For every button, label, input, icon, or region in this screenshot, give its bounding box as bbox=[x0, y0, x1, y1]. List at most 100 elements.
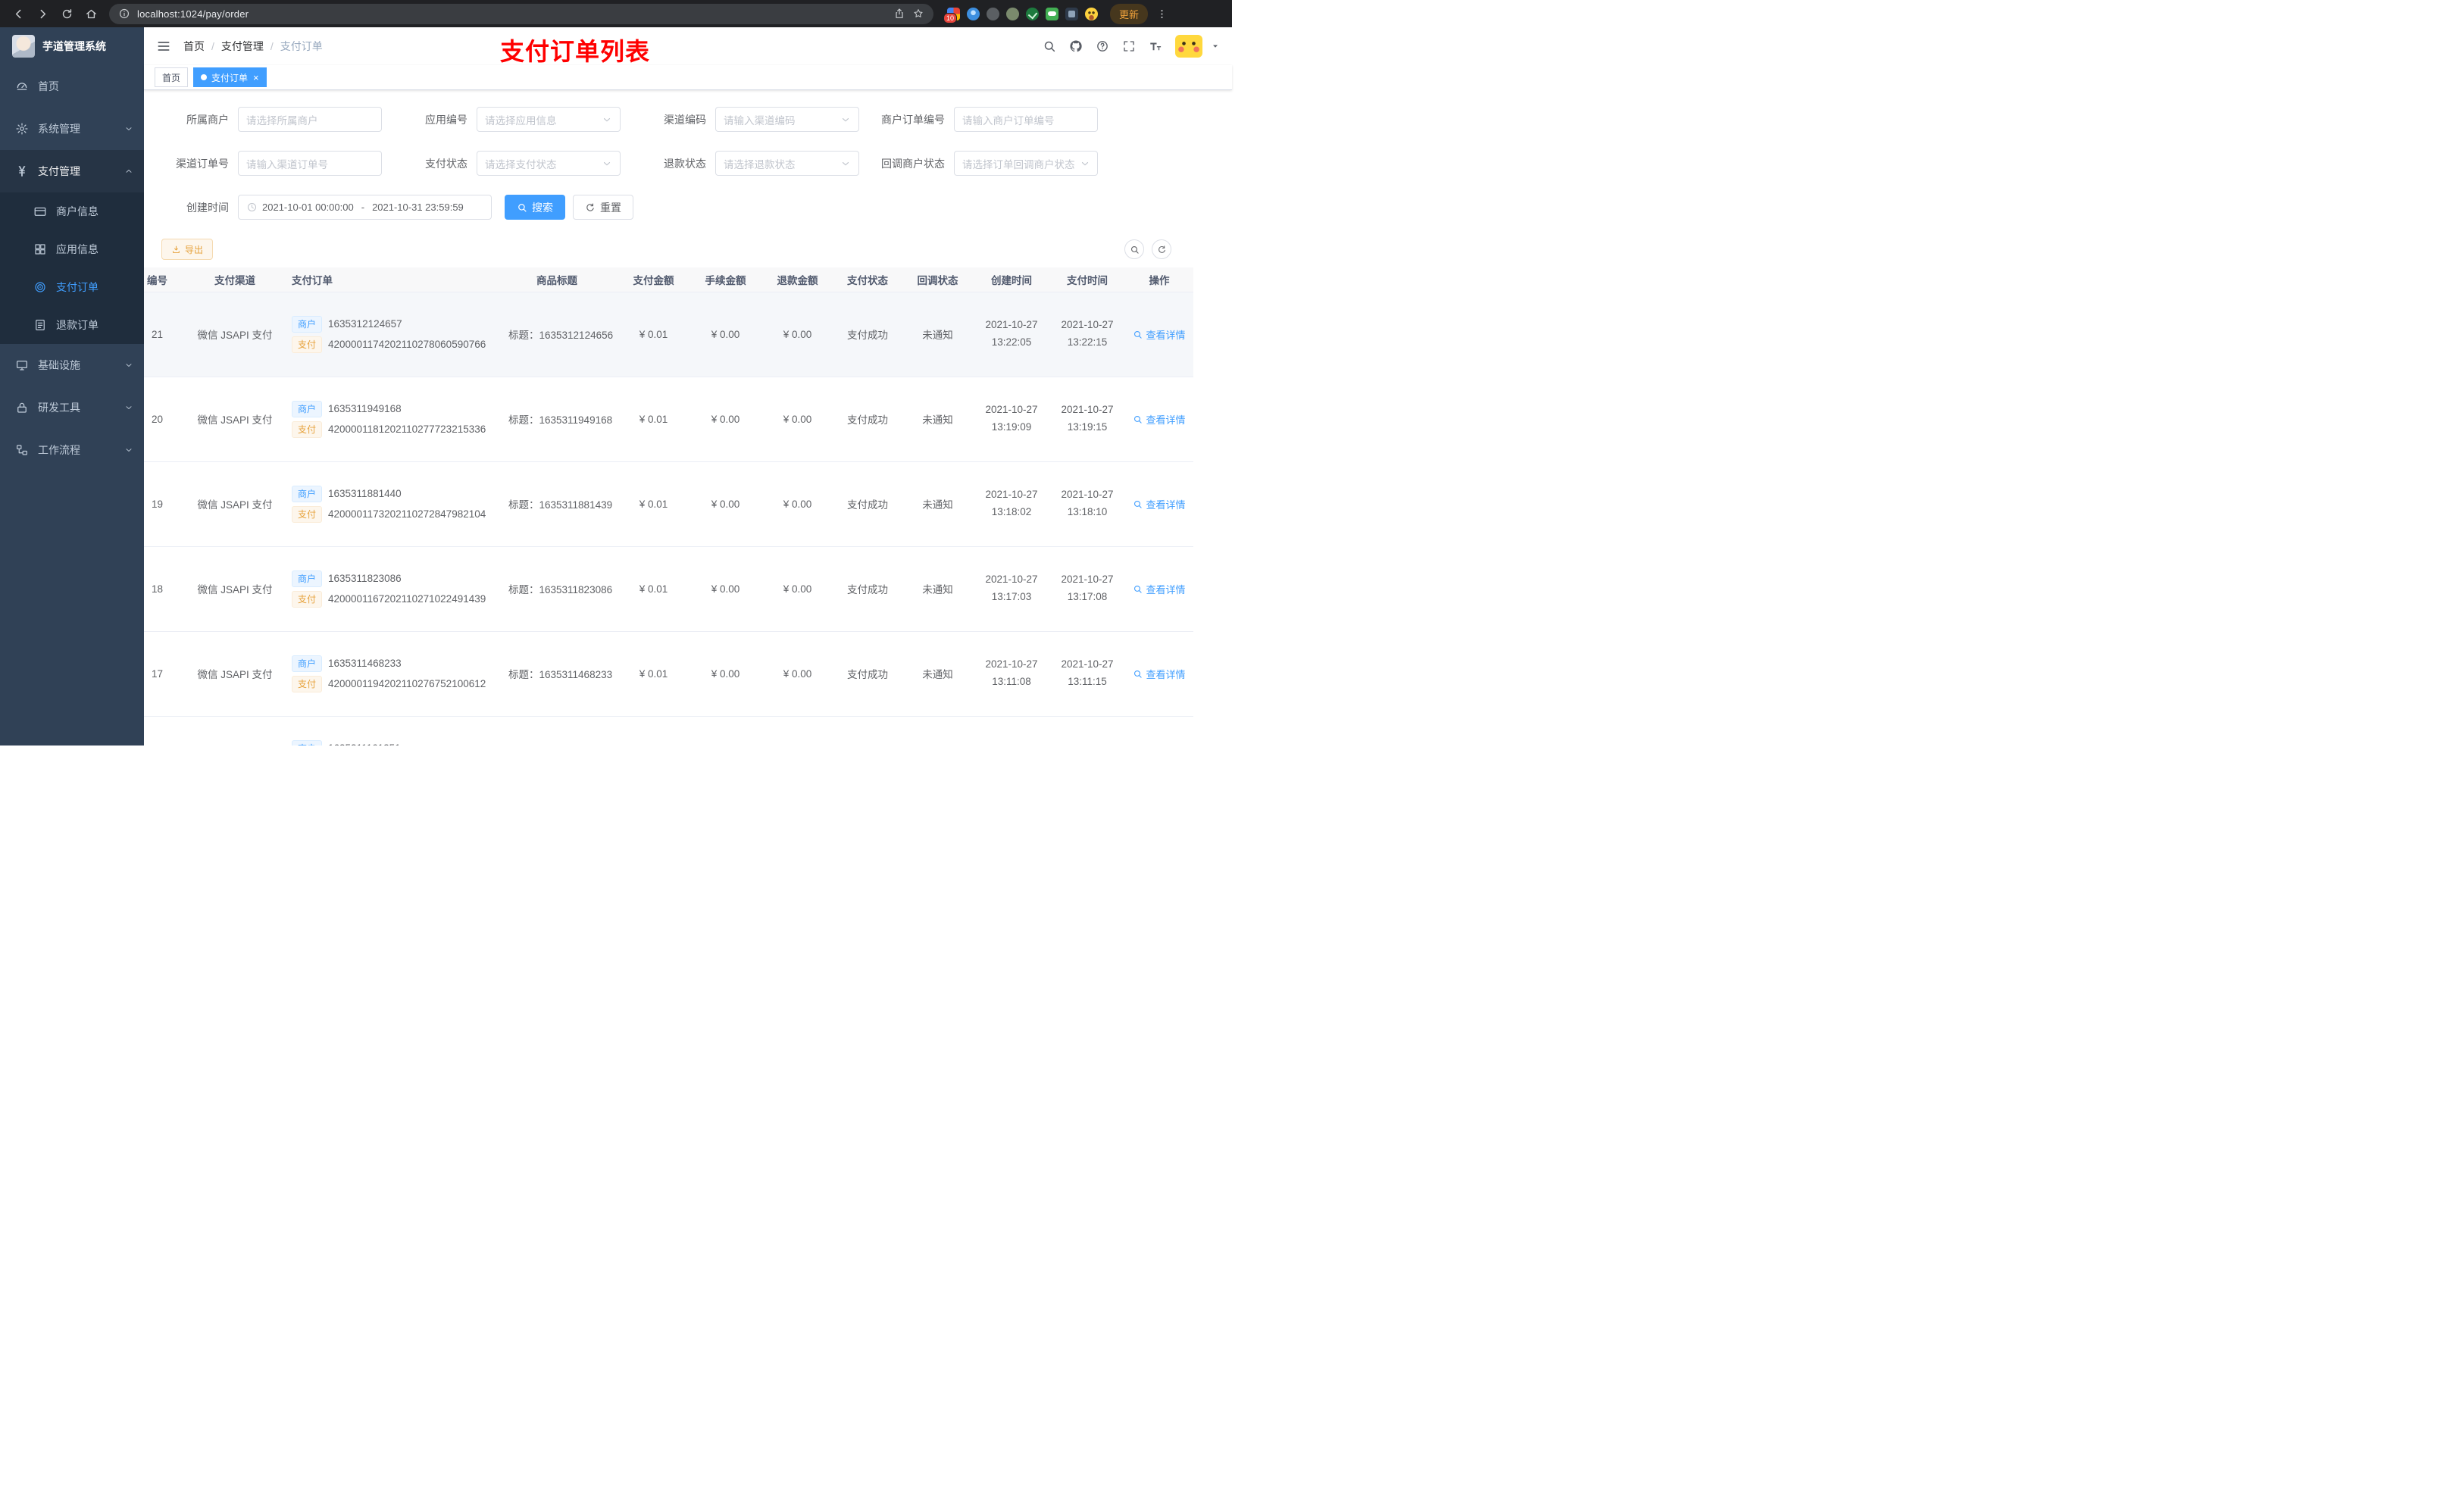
reset-button[interactable]: 重置 bbox=[573, 195, 633, 220]
pay-order-line: 支付 4200001194202110276752100612 bbox=[292, 675, 496, 692]
view-detail-link[interactable]: 查看详情 bbox=[1133, 497, 1186, 511]
extension-pin-icon[interactable] bbox=[967, 7, 980, 20]
refresh-table-button[interactable] bbox=[1152, 239, 1171, 259]
view-detail-link[interactable]: 查看详情 bbox=[1133, 412, 1186, 427]
filter-label: 回调商户状态 bbox=[881, 157, 945, 170]
sidebar-item-dev-tools[interactable]: 研发工具 bbox=[0, 386, 144, 429]
reload-icon[interactable] bbox=[56, 3, 77, 24]
browser-update-button[interactable]: 更新 bbox=[1110, 3, 1149, 24]
extensions-area: 10 bbox=[943, 7, 1098, 23]
chevron-down-icon bbox=[602, 114, 612, 125]
avatar[interactable] bbox=[1175, 35, 1202, 58]
filter-input[interactable]: 请输入商户订单编号 bbox=[954, 107, 1098, 132]
avatar-caret-icon[interactable] bbox=[1211, 42, 1220, 51]
sidebar-item-infrastructure[interactable]: 基础设施 bbox=[0, 344, 144, 386]
filter-select[interactable]: 请选择应用信息 bbox=[477, 107, 621, 132]
create-time-cell: 2021-10-27 13:17:03 bbox=[974, 546, 1049, 632]
bookmark-star-icon[interactable] bbox=[912, 8, 924, 20]
filter-select[interactable]: 请选择支付状态 bbox=[477, 151, 621, 176]
export-button[interactable]: 导出 bbox=[161, 239, 214, 260]
github-icon[interactable] bbox=[1069, 39, 1083, 53]
time-line: 13:17:03 bbox=[991, 591, 1032, 602]
dashboard-icon bbox=[15, 80, 29, 93]
placeholder-text: 请选择订单回调商户状态 bbox=[962, 158, 1075, 170]
url-text: localhost:1024/pay/order bbox=[137, 8, 249, 20]
sidebar-item-payment[interactable]: 支付管理 bbox=[0, 150, 144, 192]
extension-gray-icon[interactable] bbox=[987, 7, 999, 20]
tab-home[interactable]: 首页 bbox=[155, 67, 189, 87]
sidebar-item-pay-order[interactable]: 支付订单 bbox=[0, 268, 144, 306]
font-size-icon[interactable] bbox=[1149, 39, 1162, 53]
id-cell: 20 bbox=[144, 377, 186, 462]
view-detail-link[interactable]: 查看详情 bbox=[1133, 327, 1186, 342]
date-line: 2021-10-27 bbox=[1061, 319, 1114, 331]
time-line: 13:22:05 bbox=[991, 336, 1032, 348]
view-detail-link[interactable]: 查看详情 bbox=[1133, 667, 1186, 681]
sidebar-item-workflow[interactable]: 工作流程 bbox=[0, 429, 144, 471]
extension-check-icon[interactable] bbox=[1026, 7, 1039, 20]
date-line: 2021-10-27 bbox=[985, 574, 1038, 586]
merchant-order-no: 1635311468233 bbox=[328, 658, 402, 669]
breadcrumb-item[interactable]: 支付管理 bbox=[221, 39, 264, 54]
sidebar-item-merchant-info[interactable]: 商户信息 bbox=[0, 192, 144, 230]
workflow-icon bbox=[15, 443, 29, 457]
home-icon[interactable] bbox=[80, 3, 102, 24]
pay-time-cell: 2021-10-27 13:22:15 bbox=[1049, 292, 1125, 377]
filter-select[interactable]: 请选择退款状态 bbox=[715, 151, 859, 176]
toggle-search-button[interactable] bbox=[1124, 239, 1144, 259]
filter-select[interactable]: 请输入渠道编码 bbox=[715, 107, 859, 132]
table-header-row: 编号 支付渠道 支付订单 商品标题 支付金额 手续金额 退款金额 支付状态 回调状态 创建时间 支付… bbox=[144, 267, 1193, 292]
column-header: 手续金额 bbox=[689, 267, 761, 292]
extension-dark-icon[interactable] bbox=[1065, 7, 1078, 20]
date-range-picker[interactable]: 2021-10-01 00:00:00 - 2021-10-31 23:59:5… bbox=[238, 195, 492, 220]
back-icon[interactable] bbox=[8, 3, 29, 24]
breadcrumb-item[interactable]: 首页 bbox=[183, 39, 205, 54]
filter-input[interactable]: 请输入渠道订单号 bbox=[238, 151, 382, 176]
monitor-icon bbox=[15, 358, 29, 372]
sidebar-item-system[interactable]: 系统管理 bbox=[0, 108, 144, 150]
column-header: 支付状态 bbox=[833, 267, 902, 292]
close-icon[interactable]: × bbox=[253, 73, 259, 83]
date-line: 2021-10-27 bbox=[1061, 574, 1114, 586]
sidebar-item-refund-order[interactable]: 退款订单 bbox=[0, 306, 144, 344]
action-cell: 查看详情 bbox=[1125, 631, 1193, 717]
extension-emoji-icon[interactable] bbox=[1085, 7, 1098, 20]
search-button[interactable]: 搜索 bbox=[505, 195, 565, 220]
sidebar-item-app-info[interactable]: 应用信息 bbox=[0, 230, 144, 268]
pay-time-cell: 2021-10-27 13:19:15 bbox=[1049, 377, 1125, 462]
tab-pay-order[interactable]: 支付订单 × bbox=[193, 67, 267, 87]
site-info-icon[interactable] bbox=[118, 8, 130, 20]
hamburger-icon[interactable] bbox=[156, 39, 171, 54]
time-line: 13:22:15 bbox=[1067, 336, 1108, 348]
reset-button-label: 重置 bbox=[600, 201, 621, 214]
extension-olive-icon[interactable] bbox=[1006, 7, 1019, 20]
docs-question-icon[interactable] bbox=[1096, 39, 1109, 53]
filter-label: 创建时间 bbox=[186, 201, 229, 214]
sidebar-item-home[interactable]: 首页 bbox=[0, 65, 144, 108]
filter-form: 所属商户 请选择所属商户 应用编号 请选择应用信息 渠道编码 请输入渠道编码 商户订单编号请… bbox=[147, 107, 1220, 176]
forward-icon[interactable] bbox=[32, 3, 53, 24]
app-logo[interactable]: 芋道管理系统 bbox=[0, 27, 144, 65]
column-header: 回调状态 bbox=[902, 267, 974, 292]
extension-colorful-icon[interactable]: 10 bbox=[943, 7, 960, 23]
browser-menu-icon[interactable] bbox=[1151, 3, 1172, 24]
notify-cell: 未通知 bbox=[902, 377, 974, 462]
filter-input[interactable]: 请选择所属商户 bbox=[238, 107, 382, 132]
filter-select[interactable]: 请选择订单回调商户状态 bbox=[954, 151, 1098, 176]
extension-chat-icon[interactable] bbox=[1046, 7, 1058, 20]
url-bar[interactable]: localhost:1024/pay/order bbox=[109, 3, 933, 24]
pay-tag: 支付 bbox=[292, 336, 323, 353]
breadcrumb-separator: / bbox=[211, 40, 214, 52]
filter-row: 所属商户 请选择所属商户 应用编号 请选择应用信息 渠道编码 请输入渠道编码 商户订单编号 请… bbox=[147, 107, 1220, 132]
pay-order-cell: 商户 1635311823086 支付 42000011672021102710224… bbox=[284, 546, 496, 632]
merchant-tag: 商户 bbox=[292, 400, 323, 417]
fullscreen-icon[interactable] bbox=[1122, 39, 1136, 53]
search-icon[interactable] bbox=[1043, 39, 1056, 53]
search-icon bbox=[1133, 414, 1143, 424]
browser-chrome: localhost:1024/pay/order 10 更新 bbox=[0, 0, 1232, 27]
share-icon[interactable] bbox=[893, 8, 905, 20]
merchant-tag: 商户 bbox=[292, 655, 323, 672]
view-detail-link[interactable]: 查看详情 bbox=[1133, 582, 1186, 596]
breadcrumb-item: 支付订单 bbox=[280, 40, 323, 52]
table-row: 17 微信 JSAPI 支付 商户 1635311468233 支付 4200001194… bbox=[144, 631, 1193, 717]
